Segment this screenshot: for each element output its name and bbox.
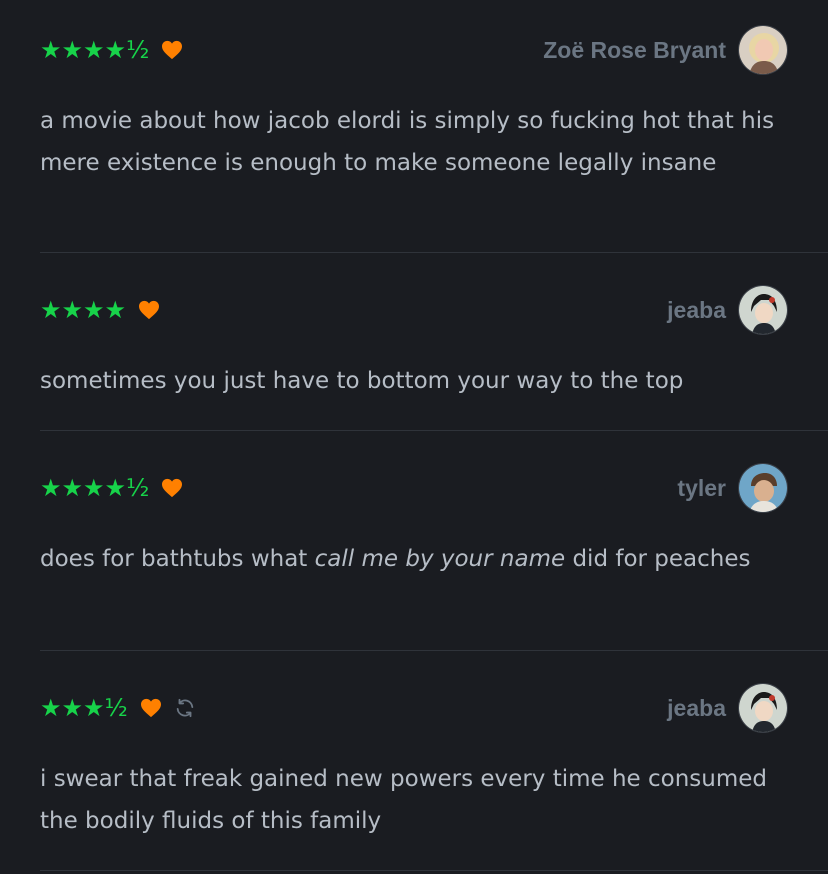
review-text: does for bathtubs what call me by your n… (40, 538, 788, 580)
review-author[interactable]: jeaba (667, 682, 788, 734)
divider (40, 650, 828, 651)
user-avatar-blonde[interactable] (738, 25, 788, 75)
review-author[interactable]: tyler (677, 462, 788, 514)
star-rating: ★★★★½ (40, 474, 150, 502)
review-rating: ★★★½ (40, 695, 196, 721)
author-name[interactable]: Zoë Rose Bryant (543, 37, 726, 64)
heart-icon (162, 40, 183, 60)
review-rating: ★★★★ (40, 297, 160, 323)
review-card: ★★★★½ tyler does for bathtubs what call … (40, 462, 788, 580)
author-name[interactable]: jeaba (667, 695, 726, 722)
review-text-part: a movie about how jacob elordi is simply… (40, 108, 775, 176)
heart-icon (140, 698, 161, 718)
star-rating: ★★★★½ (40, 36, 150, 64)
review-text: i swear that freak gained new powers eve… (40, 758, 788, 842)
review-rating: ★★★★½ (40, 37, 183, 63)
heart-icon (162, 478, 183, 498)
review-author[interactable]: jeaba (667, 284, 788, 336)
divider (40, 870, 828, 871)
review-text-part: does for bathtubs what (40, 546, 315, 572)
review-header: ★★★★½ Zoë Rose Bryant (40, 24, 788, 76)
star-rating: ★★★½ (40, 694, 128, 722)
author-name[interactable]: tyler (677, 475, 726, 502)
review-header: ★★★★ jeaba (40, 284, 788, 336)
heart-icon (139, 300, 160, 320)
review-card: ★★★★ jeaba sometimes you just have to bo… (40, 284, 788, 402)
review-text: sometimes you just have to bottom your w… (40, 360, 788, 402)
review-text-part: i swear that freak gained new powers eve… (40, 766, 768, 834)
star-rating: ★★★★ (40, 296, 127, 324)
author-name[interactable]: jeaba (667, 297, 726, 324)
review-header: ★★★★½ tyler (40, 462, 788, 514)
review-card: ★★★★½ Zoë Rose Bryant a movie about how … (40, 24, 788, 184)
review-rating: ★★★★½ (40, 475, 183, 501)
review-text-part: did for peaches (565, 546, 751, 572)
review-author[interactable]: Zoë Rose Bryant (543, 24, 788, 76)
user-avatar-photo[interactable] (738, 463, 788, 513)
rewatch-icon (176, 698, 194, 718)
review-text-film-title: call me by your name (314, 546, 566, 572)
user-avatar-anime[interactable] (738, 285, 788, 335)
review-text-part: sometimes you just have to bottom your w… (40, 368, 684, 394)
review-card: ★★★½ jeaba i swear that freak gained new… (40, 682, 788, 842)
divider (40, 252, 828, 253)
divider (40, 430, 828, 431)
review-text: a movie about how jacob elordi is simply… (40, 100, 788, 184)
review-header: ★★★½ jeaba (40, 682, 788, 734)
review-feed: ★★★★½ Zoë Rose Bryant a movie about how … (0, 0, 828, 874)
user-avatar-anime[interactable] (738, 683, 788, 733)
